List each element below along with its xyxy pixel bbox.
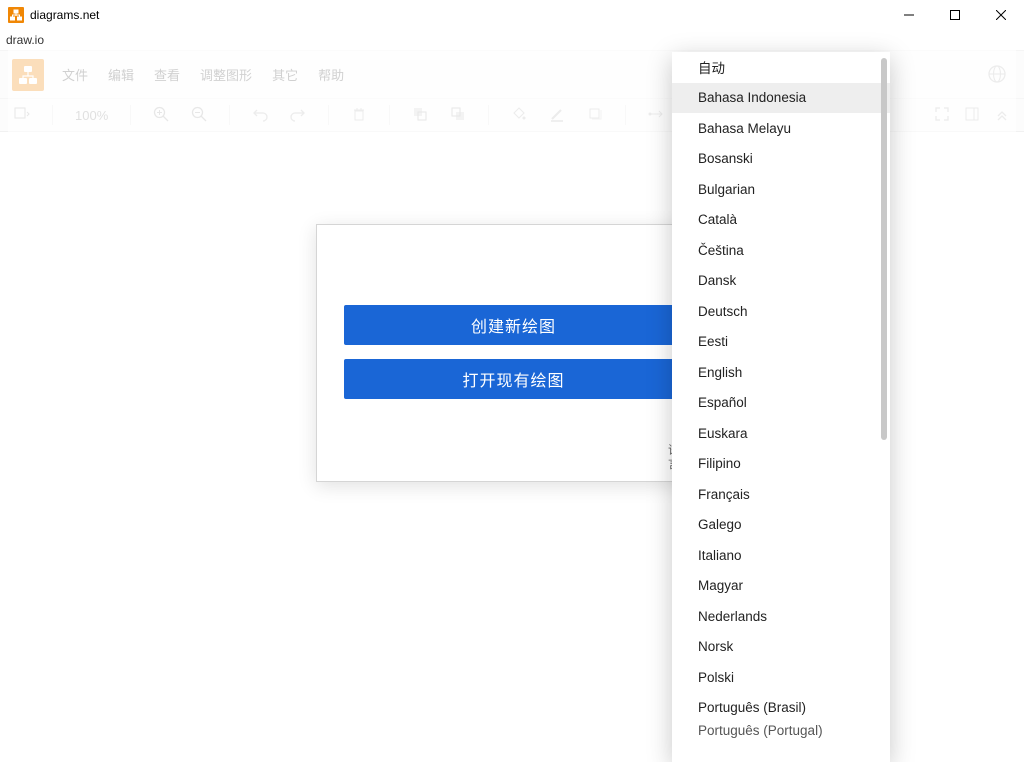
language-menu: 自动Bahasa IndonesiaBahasa MelayuBosanskiB…	[672, 52, 890, 762]
language-item[interactable]: Čeština	[672, 235, 890, 266]
language-item-auto[interactable]: 自动	[672, 52, 890, 83]
maximize-button[interactable]	[932, 0, 978, 30]
close-button[interactable]	[978, 0, 1024, 30]
language-item[interactable]: English	[672, 357, 890, 388]
language-item[interactable]: Filipino	[672, 449, 890, 480]
language-item[interactable]: Magyar	[672, 571, 890, 602]
language-item[interactable]: Dansk	[672, 266, 890, 297]
language-item[interactable]: Bosanski	[672, 144, 890, 175]
create-new-diagram-button[interactable]: 创建新绘图	[344, 305, 684, 345]
language-item[interactable]: Deutsch	[672, 296, 890, 327]
window-title: diagrams.net	[30, 8, 886, 22]
language-item[interactable]: Português (Portugal)	[672, 723, 890, 739]
language-item[interactable]: Norsk	[672, 632, 890, 663]
minimize-button[interactable]	[886, 0, 932, 30]
language-item[interactable]: Euskara	[672, 418, 890, 449]
language-item[interactable]: Español	[672, 388, 890, 419]
language-item[interactable]: Polski	[672, 662, 890, 693]
language-item[interactable]: Bulgarian	[672, 174, 890, 205]
language-item[interactable]: Bahasa Melayu	[672, 113, 890, 144]
open-existing-diagram-button[interactable]: 打开现有绘图	[344, 359, 684, 399]
language-item[interactable]: Nederlands	[672, 601, 890, 632]
window-controls	[886, 0, 1024, 30]
language-item[interactable]: Italiano	[672, 540, 890, 571]
language-item[interactable]: Bahasa Indonesia	[672, 83, 890, 114]
document-title: draw.io	[0, 30, 1024, 50]
document-name: draw.io	[6, 33, 44, 47]
startup-dialog: 创建新绘图 打开现有绘图 语言	[316, 224, 711, 482]
language-item[interactable]: Eesti	[672, 327, 890, 358]
app-icon	[8, 7, 24, 23]
language-item[interactable]: Français	[672, 479, 890, 510]
language-item[interactable]: Português (Brasil)	[672, 693, 890, 724]
window-titlebar: diagrams.net	[0, 0, 1024, 30]
scrollbar-thumb[interactable]	[881, 58, 887, 440]
language-item[interactable]: Català	[672, 205, 890, 236]
language-item[interactable]: Galego	[672, 510, 890, 541]
